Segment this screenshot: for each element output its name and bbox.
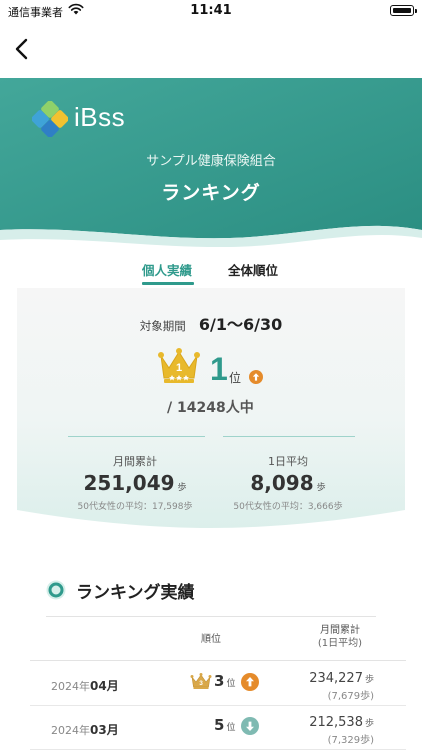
- crown-icon: 1: [158, 348, 200, 383]
- row-rank-unit: 位: [226, 723, 236, 733]
- row-steps-unit: 歩: [364, 719, 374, 729]
- column-header-monthly: 月間累計 (1日平均): [310, 624, 370, 650]
- rank-unit: 位: [229, 371, 242, 385]
- row-date: 2024年03月: [51, 721, 119, 738]
- divider: [46, 616, 376, 617]
- period-value: 6/1〜6/30: [198, 315, 283, 334]
- rank-number: 1: [210, 351, 228, 387]
- period-label: 対象期間: [139, 319, 186, 333]
- page-title: ランキング: [161, 182, 261, 204]
- arrow-down-icon: [241, 717, 259, 735]
- daily-average-value: 8,098: [250, 471, 314, 495]
- arrow-up-icon: [241, 673, 259, 691]
- row-rank-number: 5: [214, 716, 225, 734]
- row-rank: 5位: [214, 716, 235, 734]
- daily-average-stat: 1日平均 8,098 歩 50代女性の平均：3,666歩: [213, 453, 363, 512]
- daily-peer-average: 50代女性の平均：3,666歩: [233, 502, 343, 512]
- row-month: 03月: [90, 723, 119, 737]
- logo-text: iBss: [74, 102, 126, 132]
- row-steps: 212,538 歩 (7,329歩): [309, 711, 374, 746]
- tab-bar: 個人実績 全体順位: [0, 258, 422, 286]
- row-date: 2024年04月: [51, 677, 119, 694]
- total-participants: / 14248人中: [167, 400, 254, 416]
- divider: [223, 436, 355, 437]
- organization-name: サンプル健康保険組合: [146, 154, 276, 169]
- status-time: 11:41: [190, 3, 232, 18]
- summary-card: 対象期間 6/1〜6/30 1 1 位 / 14248人中 月間累計 251,0…: [17, 288, 405, 528]
- hero-header: iBss サンプル健康保険組合 ランキング: [0, 78, 422, 248]
- back-chevron-icon: [15, 38, 28, 60]
- row-year: 2024年: [51, 724, 90, 737]
- table-row[interactable]: 2024年04月 3 3位 234,227 歩 (7,679歩): [30, 661, 406, 706]
- column-header-rank: 順位: [201, 634, 221, 645]
- arrow-up-icon: [249, 370, 263, 384]
- ibss-logo-icon: [32, 101, 68, 137]
- row-month: 04月: [90, 679, 119, 693]
- nav-bar: [0, 22, 422, 78]
- status-bar: 通信事業者 11:41: [0, 0, 422, 22]
- tab-overall[interactable]: 全体順位: [228, 260, 278, 279]
- crown-icon: 3: [190, 673, 212, 689]
- row-crown-number: 3: [199, 680, 203, 687]
- column-header-monthly-label: 月間累計: [320, 625, 360, 636]
- section-title: ランキング実績: [76, 583, 195, 603]
- tab-individual[interactable]: 個人実績: [142, 260, 192, 279]
- row-steps-value: 212,538: [309, 715, 363, 730]
- row-rank: 3位: [214, 672, 235, 690]
- monthly-total-stat: 月間累計 251,049 歩 50代女性の平均：17,598歩: [60, 453, 210, 512]
- row-year: 2024年: [51, 680, 90, 693]
- monthly-total-label: 月間累計: [113, 455, 157, 468]
- table-row[interactable]: 2024年03月 5位 212,538 歩 (7,329歩): [30, 705, 406, 750]
- monthly-total-unit: 歩: [177, 483, 187, 493]
- row-steps: 234,227 歩 (7,679歩): [309, 667, 374, 702]
- column-header-monthly-sub: (1日平均): [317, 638, 363, 649]
- ring-icon: [46, 580, 66, 600]
- row-steps-unit: 歩: [364, 675, 374, 685]
- monthly-total-value: 251,049: [83, 471, 175, 495]
- active-tab-indicator: [142, 282, 194, 285]
- row-daily-average: (7,679歩): [327, 691, 374, 702]
- period-row: 対象期間 6/1〜6/30: [17, 311, 405, 335]
- row-steps-value: 234,227: [309, 671, 363, 686]
- row-rank-unit: 位: [226, 679, 236, 689]
- monthly-peer-average: 50代女性の平均：17,598歩: [77, 502, 193, 512]
- daily-average-unit: 歩: [316, 483, 326, 493]
- battery-icon: [390, 5, 417, 16]
- crown-rank-number: 1: [176, 362, 182, 374]
- back-button[interactable]: [10, 34, 38, 64]
- daily-average-label: 1日平均: [268, 455, 308, 468]
- divider: [68, 436, 205, 437]
- row-rank-number: 3: [214, 672, 225, 690]
- row-daily-average: (7,329歩): [327, 735, 374, 746]
